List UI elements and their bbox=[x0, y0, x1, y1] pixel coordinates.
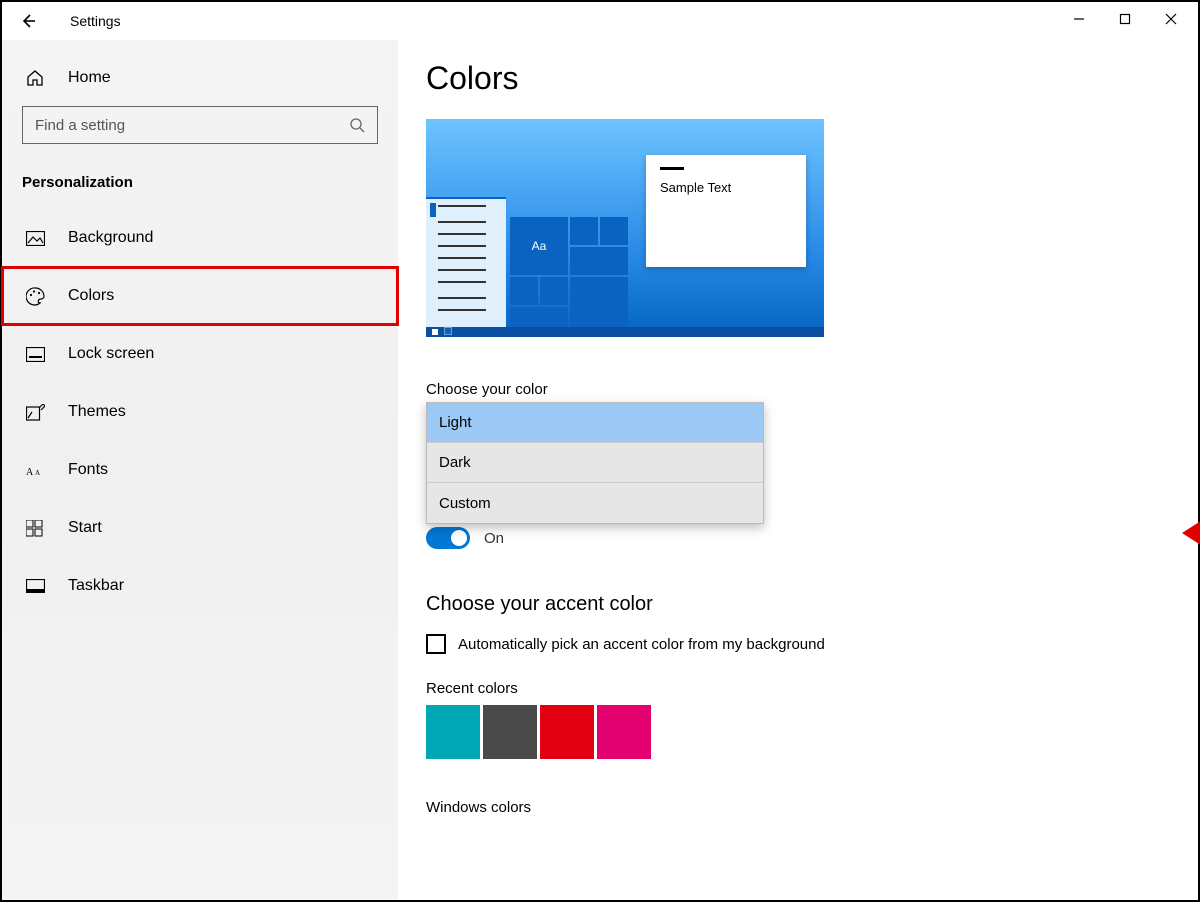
fonts-icon: AA bbox=[26, 462, 46, 478]
search-icon bbox=[349, 117, 365, 133]
nav-lockscreen[interactable]: Lock screen bbox=[2, 325, 398, 383]
search-placeholder: Find a setting bbox=[35, 117, 349, 134]
recent-color-swatch[interactable] bbox=[597, 705, 651, 759]
color-option-dark[interactable]: Dark bbox=[427, 443, 763, 483]
window-controls bbox=[1056, 2, 1194, 36]
home-nav[interactable]: Home bbox=[2, 50, 398, 106]
sidebar: Home Find a setting Personalization Back… bbox=[2, 40, 398, 900]
windows-colors-label: Windows colors bbox=[426, 799, 1198, 816]
minimize-button[interactable] bbox=[1056, 2, 1102, 36]
preview-sample-window: Sample Text bbox=[646, 155, 806, 267]
maximize-icon bbox=[1119, 13, 1131, 25]
toggle-switch[interactable] bbox=[426, 527, 470, 549]
nav-colors[interactable]: Colors bbox=[2, 267, 398, 325]
color-preview: Sample Text Aa bbox=[426, 119, 824, 337]
color-mode-dropdown[interactable]: Light Dark Custom bbox=[426, 402, 764, 524]
nav-label: Background bbox=[68, 229, 153, 247]
recent-colors-label: Recent colors bbox=[426, 680, 1198, 697]
transparency-toggle-partial[interactable]: On bbox=[426, 527, 1198, 549]
accent-color-heading: Choose your accent color bbox=[426, 593, 1198, 616]
auto-pick-checkbox-row[interactable]: Automatically pick an accent color from … bbox=[426, 634, 1198, 654]
minimize-icon bbox=[1073, 13, 1085, 25]
recent-color-swatch[interactable] bbox=[426, 705, 480, 759]
nav-label: Start bbox=[68, 519, 102, 537]
nav-background[interactable]: Background bbox=[2, 209, 398, 267]
nav-start[interactable]: Start bbox=[2, 499, 398, 557]
preview-start-list bbox=[426, 197, 506, 337]
nav-label: Themes bbox=[68, 403, 126, 421]
auto-pick-label: Automatically pick an accent color from … bbox=[458, 636, 825, 653]
sample-text: Sample Text bbox=[660, 180, 731, 195]
svg-text:A: A bbox=[26, 467, 34, 478]
nav-label: Taskbar bbox=[68, 577, 124, 595]
recent-color-swatch[interactable] bbox=[540, 705, 594, 759]
nav-taskbar[interactable]: Taskbar bbox=[2, 557, 398, 615]
nav-label: Colors bbox=[68, 287, 114, 305]
taskbar-icon bbox=[26, 579, 46, 593]
search-input[interactable]: Find a setting bbox=[22, 106, 378, 144]
close-button[interactable] bbox=[1148, 2, 1194, 36]
preview-tiles: Aa bbox=[510, 217, 630, 337]
color-option-custom[interactable]: Custom bbox=[427, 483, 763, 523]
nav-themes[interactable]: Themes bbox=[2, 383, 398, 441]
choose-color-label: Choose your color bbox=[426, 381, 1198, 398]
window-title: Settings bbox=[70, 13, 121, 29]
back-button[interactable] bbox=[16, 9, 40, 33]
color-option-light[interactable]: Light bbox=[427, 403, 763, 443]
arrow-left-icon bbox=[19, 12, 37, 30]
nav-fonts[interactable]: AA Fonts bbox=[2, 441, 398, 499]
nav-label: Lock screen bbox=[68, 345, 154, 363]
picture-icon bbox=[26, 231, 46, 246]
preview-tile-aa: Aa bbox=[510, 217, 568, 275]
palette-icon bbox=[26, 287, 46, 306]
content-area: Colors Sample Text Aa bbox=[398, 40, 1198, 900]
home-icon bbox=[26, 69, 46, 87]
close-icon bbox=[1165, 13, 1177, 25]
annotation-arrow bbox=[1182, 478, 1200, 588]
lockscreen-icon bbox=[26, 347, 46, 362]
nav-label: Fonts bbox=[68, 461, 108, 479]
checkbox-unchecked-icon[interactable] bbox=[426, 634, 446, 654]
category-header: Personalization bbox=[2, 164, 398, 209]
page-title: Colors bbox=[426, 60, 1198, 97]
themes-icon bbox=[26, 404, 46, 421]
toggle-state: On bbox=[484, 530, 504, 547]
arrow-left-icon bbox=[1182, 478, 1200, 588]
maximize-button[interactable] bbox=[1102, 2, 1148, 36]
home-label: Home bbox=[68, 69, 111, 87]
svg-text:A: A bbox=[35, 469, 40, 477]
recent-colors bbox=[426, 705, 1198, 759]
recent-color-swatch[interactable] bbox=[483, 705, 537, 759]
titlebar: Settings bbox=[2, 2, 1198, 40]
start-icon bbox=[26, 520, 46, 537]
